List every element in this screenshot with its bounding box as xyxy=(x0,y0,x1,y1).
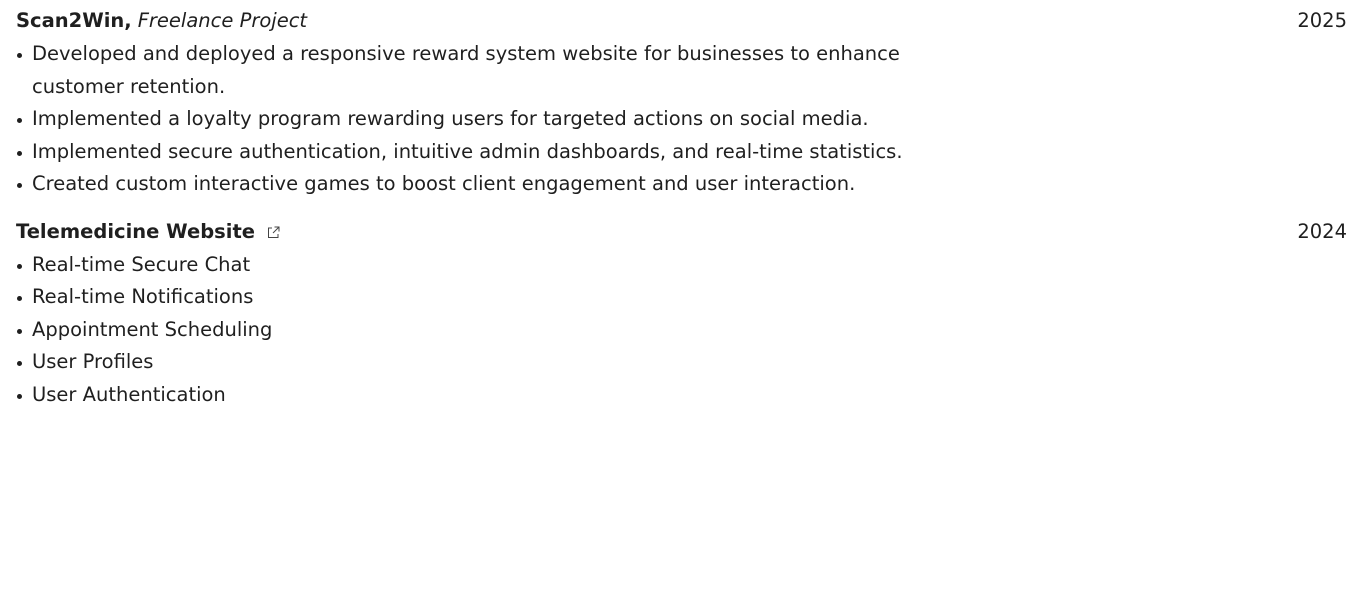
list-item: Implemented a loyalty program rewarding … xyxy=(16,103,996,136)
list-item: Developed and deployed a responsive rewa… xyxy=(16,38,996,103)
project-title: Telemedicine Website xyxy=(16,215,280,249)
project-name[interactable]: Telemedicine Website xyxy=(16,215,255,249)
project-telemedicine: Telemedicine Website 2024 Real-time Secu… xyxy=(16,215,1347,412)
project-year: 2025 xyxy=(1297,9,1347,32)
project-title: Scan2Win, Freelance Project xyxy=(16,4,307,38)
project-name: Scan2Win, xyxy=(16,9,132,32)
list-item: User Profiles xyxy=(16,346,996,379)
project-bullet-list: Real-time Secure Chat Real-time Notifica… xyxy=(16,249,996,412)
list-item: Created custom interactive games to boos… xyxy=(16,168,996,201)
project-header: Scan2Win, Freelance Project 2025 xyxy=(16,4,1347,38)
list-item: User Authentication xyxy=(16,379,996,412)
projects-section: Scan2Win, Freelance Project 2025 Develop… xyxy=(0,0,1350,594)
list-item: Implemented secure authentication, intui… xyxy=(16,136,996,169)
project-role: Freelance Project xyxy=(137,9,308,32)
list-item: Real-time Secure Chat xyxy=(16,249,996,282)
project-header: Telemedicine Website 2024 xyxy=(16,215,1347,249)
external-link-icon[interactable] xyxy=(267,216,280,238)
project-scan2win: Scan2Win, Freelance Project 2025 Develop… xyxy=(16,4,1347,201)
project-year: 2024 xyxy=(1297,219,1347,243)
list-item: Appointment Scheduling xyxy=(16,314,996,347)
list-item: Real-time Notifications xyxy=(16,281,996,314)
project-bullet-list: Developed and deployed a responsive rewa… xyxy=(16,38,996,201)
